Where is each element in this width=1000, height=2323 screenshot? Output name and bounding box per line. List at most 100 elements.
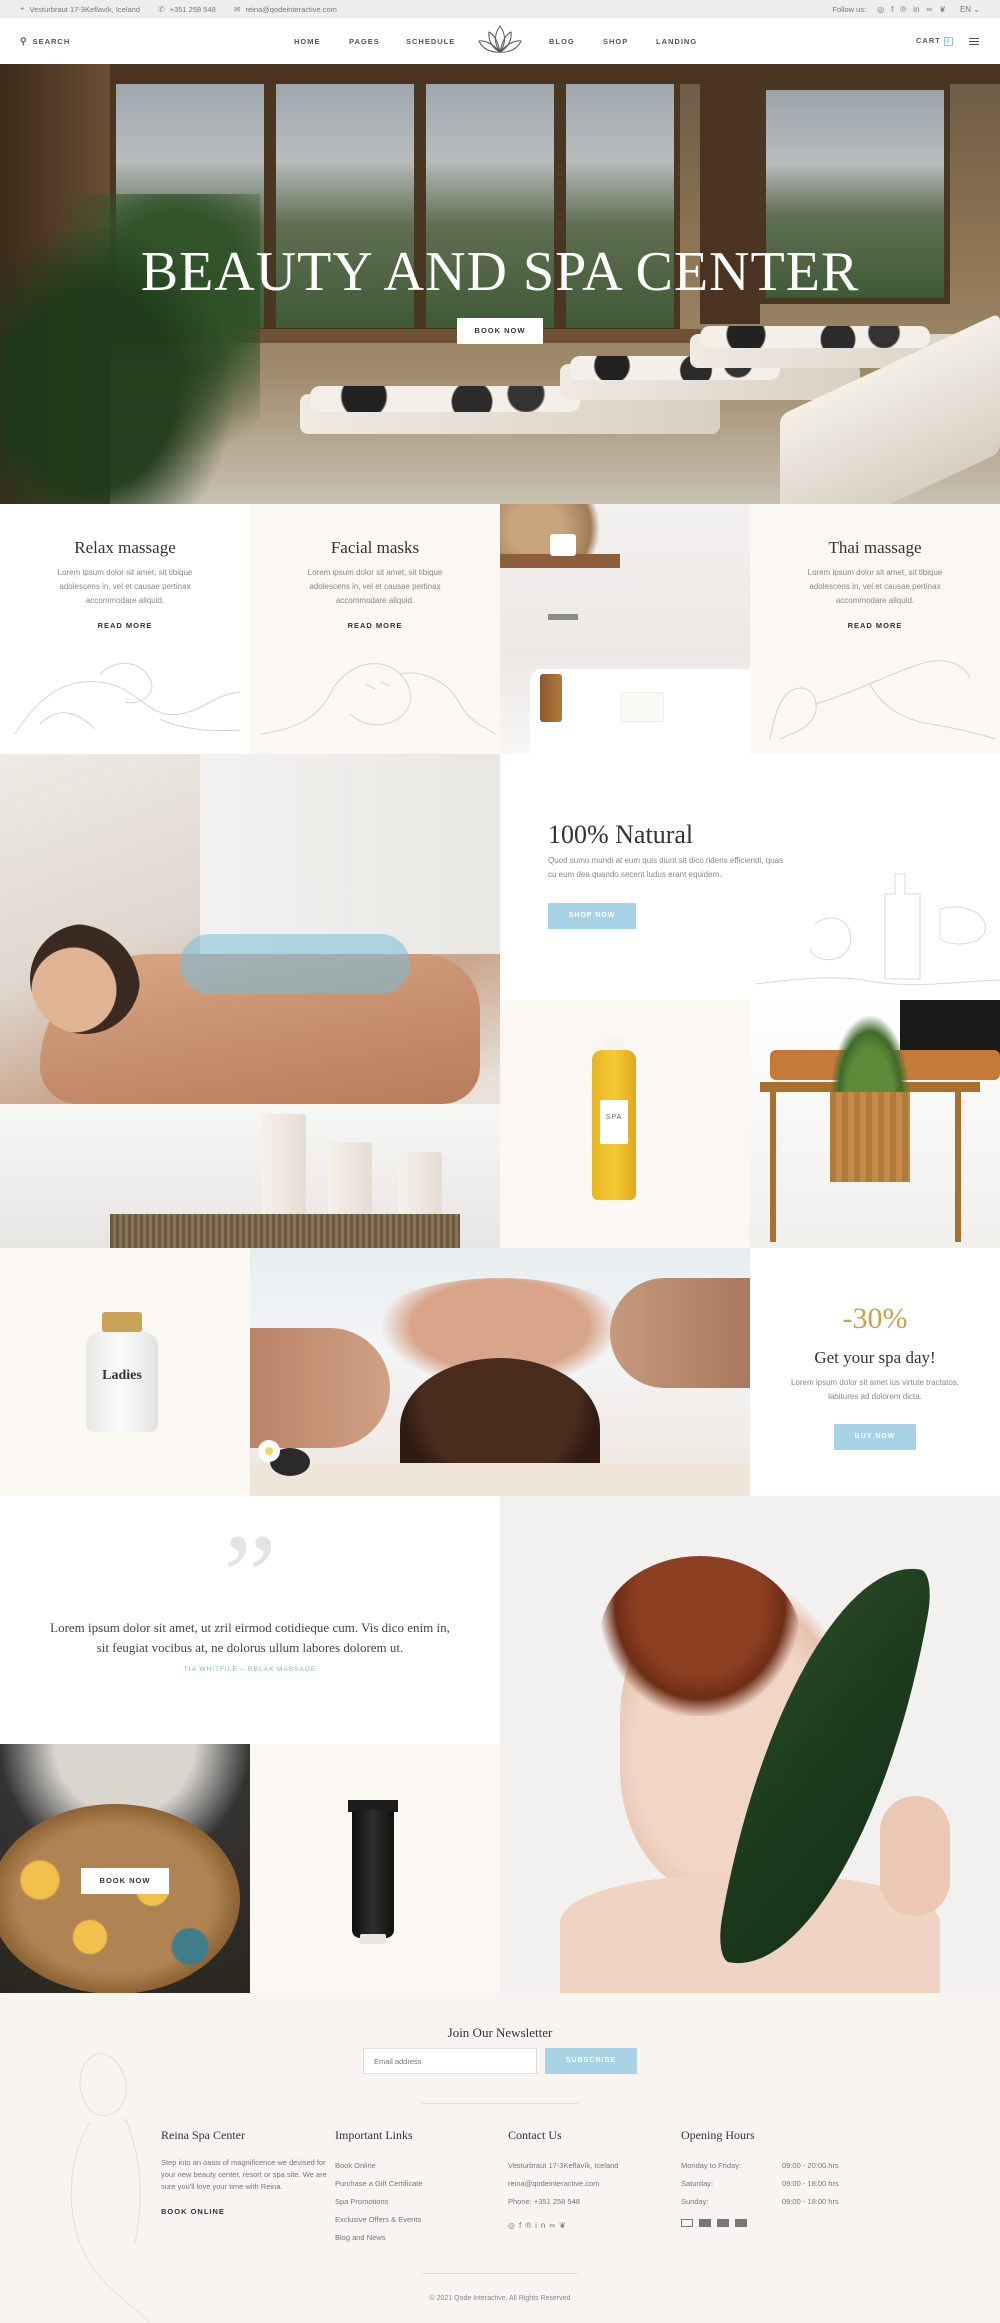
spa-day-offer: -30% Get your spa day! Lorem ipsum dolor… [750, 1248, 1000, 1496]
footer-link[interactable]: Book Online [335, 2157, 495, 2175]
ladies-label: Ladies [102, 1368, 142, 1383]
natural-title: 100% Natural [548, 820, 694, 849]
hours-day: Saturday: [681, 2179, 714, 2188]
hand [610, 1278, 750, 1388]
linkedin-icon[interactable]: in [913, 5, 919, 14]
footer-about-text: Step into an oasis of magnificence we de… [161, 2158, 327, 2191]
card-icon [681, 2219, 693, 2227]
instagram-icon[interactable]: ◎ [877, 5, 884, 14]
footer-about: Reina Spa Center Step into an oasis of m… [161, 2128, 331, 2216]
nav-item-pages[interactable]: PAGES [349, 37, 380, 46]
pinterest-icon[interactable]: ℗ [525, 2221, 535, 2230]
tripadvisor-icon[interactable]: ∞ [927, 5, 933, 14]
amex-icon [717, 2219, 729, 2227]
twitter-icon[interactable]: ❦ [939, 5, 946, 14]
read-more-link[interactable]: READ MORE [0, 621, 250, 630]
instagram-icon[interactable]: ◎ [508, 2221, 519, 2230]
search-button[interactable]: ⚲ SEARCH [20, 36, 70, 47]
footer-link[interactable]: Exclusive Offers & Events [335, 2211, 495, 2229]
contact-email[interactable]: reina@qodeinteractive.com [508, 2175, 668, 2193]
nav-item-landing[interactable]: LANDING [656, 37, 697, 46]
email-text[interactable]: reina@qodeinteractive.com [246, 5, 337, 14]
stool-leg [955, 1092, 961, 1242]
testimonial-block: ” Lorem ipsum dolor sit amet, ut zril ei… [0, 1496, 500, 1744]
quote-mark-icon: ” [223, 1509, 277, 1642]
pinterest-icon[interactable]: ℗ [900, 5, 906, 14]
cart-count: 0 [946, 39, 951, 45]
hero-title: BEAUTY AND SPA CENTER [140, 241, 860, 303]
buy-now-button[interactable]: BUY NOW [834, 1424, 916, 1450]
read-more-link[interactable]: READ MORE [250, 621, 500, 630]
frangipani-flower [258, 1440, 280, 1462]
bowl-book-now-button[interactable]: BOOK NOW [81, 1868, 169, 1894]
bottle-label: SPA [600, 1100, 628, 1144]
testimonial-author: TIA WHITFILE – RELAX MASSAGE [183, 1666, 317, 1673]
service-facial-masks: Facial masks Lorem ipsum dolor sit amet,… [250, 504, 500, 754]
service-thai-massage: Thai massage Lorem ipsum dolor sit amet,… [750, 504, 1000, 754]
bottle-label-text: SPA [605, 1114, 623, 1121]
footer-links: Important Links Book Online Purchase a G… [335, 2128, 495, 2247]
nav-item-home[interactable]: HOME [294, 37, 321, 46]
email-info[interactable]: ✉ reina@qodeinteractive.com [234, 5, 337, 14]
footer-link[interactable]: Blog and News [335, 2229, 495, 2247]
nav-item-schedule[interactable]: SCHEDULE [406, 37, 455, 46]
footer-contact-title: Contact Us [508, 2128, 562, 2142]
wooden-planter [830, 1092, 910, 1182]
nav-item-blog[interactable]: BLOG [549, 37, 575, 46]
newsletter-email-input[interactable] [363, 2048, 537, 2074]
towel [550, 534, 576, 556]
woman-head [30, 924, 140, 1034]
phone-text[interactable]: +351 258 548 [170, 5, 216, 14]
soap-bottle [540, 674, 562, 722]
tripadvisor-icon[interactable]: ∞ [549, 2221, 559, 2230]
cart-button[interactable]: CART 0 [916, 36, 953, 46]
woman-sketch [70, 2052, 151, 2323]
footer-about-title: Reina Spa Center [161, 2128, 245, 2142]
footer-link[interactable]: Purchase a Gift Certificate [335, 2175, 495, 2193]
leaf-portrait-photo [500, 1496, 1000, 1993]
read-more-link[interactable]: READ MORE [750, 621, 1000, 630]
natural-description: Quod sumo mundi at eum quis diunt sit di… [548, 856, 784, 879]
faucet [548, 614, 578, 620]
bamboo-mat [110, 1214, 460, 1248]
twitter-icon[interactable]: ❦ [559, 2221, 570, 2230]
language-label[interactable]: EN [960, 5, 971, 14]
hours-day: Sunday: [681, 2197, 709, 2206]
service-title: Relax massage [74, 538, 176, 557]
cart-label[interactable]: CART [916, 36, 941, 45]
book-online-link[interactable]: BOOK ONLINE [161, 2207, 331, 2216]
black-tube-tile [250, 1744, 500, 1993]
hero-book-now-button[interactable]: BOOK NOW [457, 318, 543, 344]
follow-label: Follow us: [832, 4, 867, 14]
address-info: ⌖ Vesturbraut 17-3Keflavík, Iceland [20, 4, 140, 14]
hours-day: Monday to Friday: [681, 2161, 742, 2170]
bathroom-photo [500, 504, 750, 754]
service-title: Thai massage [828, 538, 922, 557]
back-massage-photo [0, 754, 500, 1248]
lemon-bowl-photo: BOOK NOW [0, 1744, 250, 1993]
linkedin-icon[interactable]: in [535, 2221, 549, 2230]
wood-shelf [500, 554, 620, 568]
hand [880, 1796, 950, 1916]
products-sketch [755, 873, 1000, 986]
subscribe-button[interactable]: SUBSCRIBE [545, 2048, 637, 2074]
phone-info[interactable]: ✆ +351 258 548 [158, 5, 216, 14]
offer-title: Get your spa day! [814, 1348, 936, 1367]
nav-item-shop[interactable]: SHOP [603, 37, 628, 46]
footer-link[interactable]: Spa Promotions [335, 2193, 495, 2211]
facebook-icon[interactable]: f [891, 5, 893, 14]
hours-time: 09:00 - 18:00 hrs [782, 2179, 839, 2188]
divider [422, 2103, 578, 2104]
hamburger-menu-icon[interactable] [969, 36, 979, 47]
language-switcher[interactable]: EN ⌄ [960, 5, 980, 14]
footer-hours-title: Opening Hours [681, 2128, 755, 2142]
shoulder [250, 1328, 390, 1448]
search-label[interactable]: SEARCH [33, 37, 71, 46]
shop-now-button[interactable]: SHOP NOW [548, 903, 636, 929]
lounger-cushion [310, 386, 580, 412]
lotus-logo[interactable] [476, 22, 524, 60]
footer-contact: Contact Us Vesturbraut 17-3Keflavík, Ice… [508, 2128, 668, 2230]
hours-time: 09:00 - 20:00 hrs [782, 2161, 839, 2170]
copyright: © 2021 Qode Interactive, All Rights Rese… [429, 2295, 571, 2302]
contact-phone[interactable]: Phone: +351 258 548 [508, 2193, 668, 2211]
